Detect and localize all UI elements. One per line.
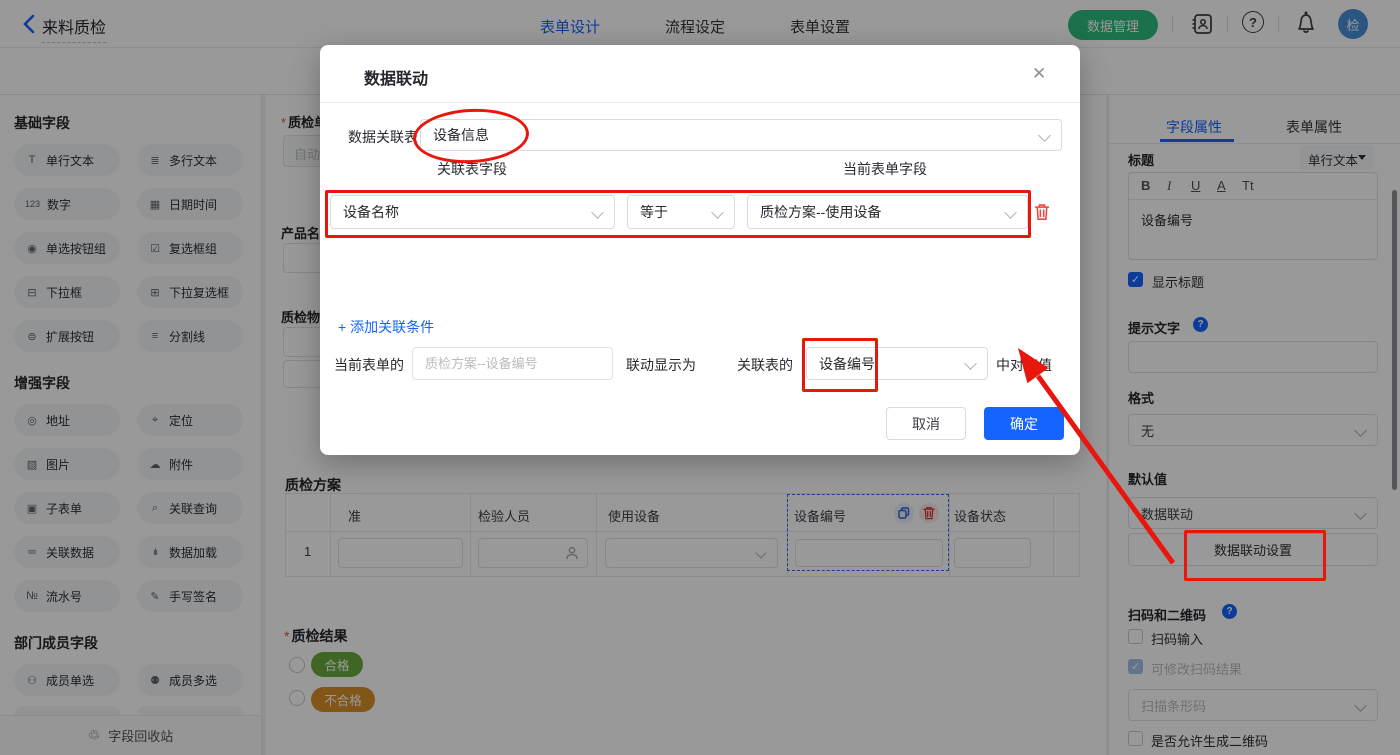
chevron-down-icon bbox=[1004, 205, 1017, 219]
column-header-form-field: 当前表单字段 bbox=[843, 161, 927, 177]
display-rel-label: 关联表的 bbox=[737, 357, 793, 373]
add-condition-link[interactable]: + 添加关联条件 bbox=[338, 317, 434, 337]
display-prefix-label: 当前表单的 bbox=[334, 357, 404, 373]
relation-table-label: 数据关联表 bbox=[348, 129, 418, 145]
chevron-down-icon bbox=[591, 205, 604, 219]
condition-target-select[interactable]: 质检方案--使用设备 bbox=[747, 195, 1028, 229]
display-rel-field-select[interactable]: 设备编号 bbox=[806, 347, 988, 380]
plus-icon: + bbox=[338, 319, 347, 335]
divider bbox=[320, 102, 1080, 103]
chevron-down-icon bbox=[1038, 128, 1051, 142]
display-suffix-label: 中对应值 bbox=[996, 357, 1052, 373]
display-field-input[interactable] bbox=[412, 347, 613, 380]
column-header-relation-field: 关联表字段 bbox=[437, 161, 507, 177]
relation-table-select[interactable]: 设备信息 bbox=[420, 119, 1062, 151]
data-linkage-modal: 数据联动 ✕ 数据关联表 设备信息 关联表字段 当前表单字段 设备名称 等于 质… bbox=[320, 45, 1080, 455]
close-icon[interactable]: ✕ bbox=[1032, 64, 1046, 84]
chevron-down-icon bbox=[711, 205, 724, 219]
confirm-button[interactable]: 确定 bbox=[984, 407, 1064, 440]
cancel-button[interactable]: 取消 bbox=[886, 407, 966, 440]
condition-field-select[interactable]: 设备名称 bbox=[330, 195, 615, 229]
display-mid-label: 联动显示为 bbox=[626, 357, 696, 373]
app-window: 来料质检 表单设计 流程设定 表单设置 数据管理 ? 检 ⊘ 表单外链 </> … bbox=[0, 0, 1400, 755]
chevron-down-icon bbox=[964, 357, 977, 370]
modal-title: 数据联动 bbox=[364, 71, 429, 88]
delete-condition-icon[interactable] bbox=[1034, 203, 1050, 221]
condition-operator-select[interactable]: 等于 bbox=[627, 195, 735, 229]
